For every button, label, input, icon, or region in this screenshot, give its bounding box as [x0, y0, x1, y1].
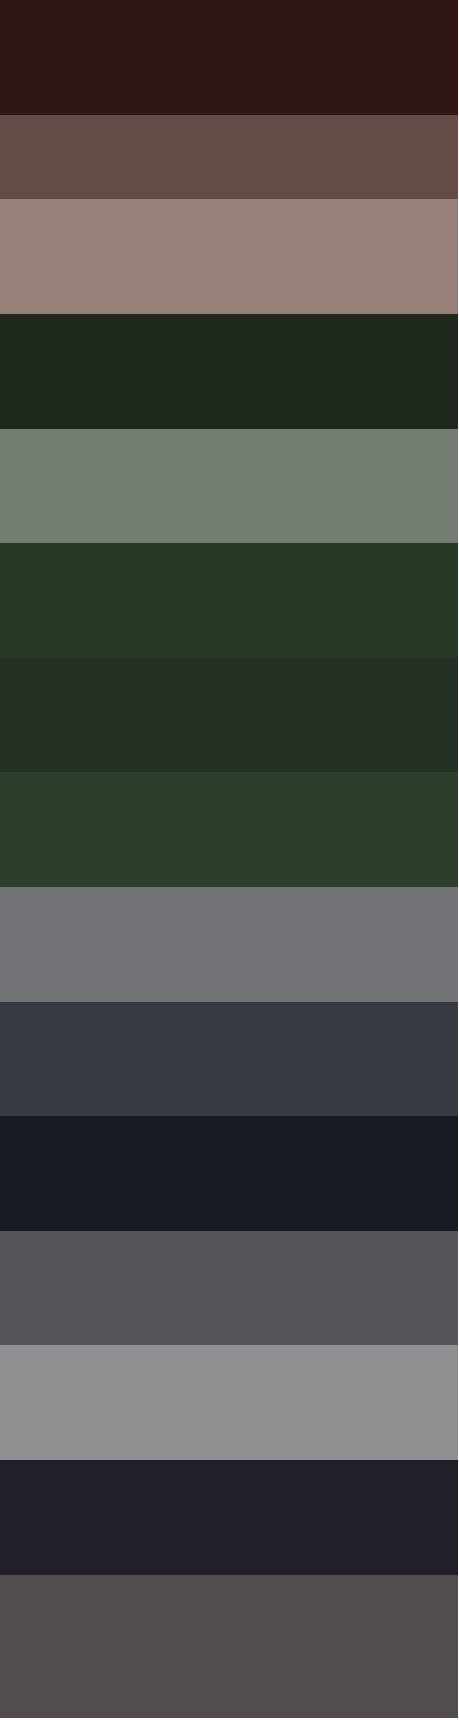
color-swatch — [0, 115, 458, 199]
color-swatch — [0, 543, 458, 658]
color-swatch — [0, 1116, 458, 1231]
color-swatch — [0, 772, 458, 887]
color-swatch — [0, 0, 458, 115]
color-swatch — [0, 314, 458, 429]
color-swatch — [0, 1345, 458, 1460]
color-palette — [0, 0, 459, 1720]
color-swatch — [0, 887, 458, 1002]
color-swatch — [0, 429, 458, 543]
color-swatch — [0, 1575, 458, 1718]
color-swatch — [0, 1460, 458, 1575]
color-swatch — [0, 658, 458, 772]
color-swatch — [0, 199, 458, 314]
color-swatch — [0, 1002, 458, 1116]
color-swatch — [0, 1231, 458, 1345]
